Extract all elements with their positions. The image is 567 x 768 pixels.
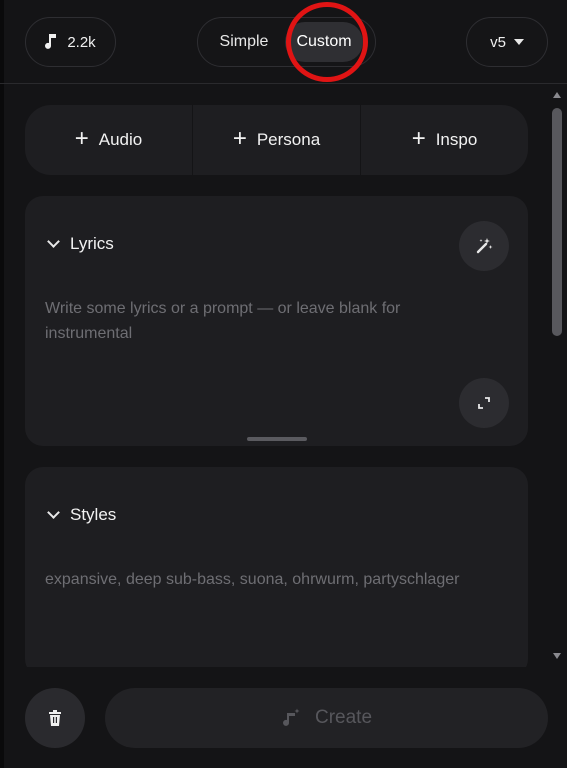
music-sparkle-icon	[283, 708, 300, 726]
mode-custom-tab[interactable]: Custom	[285, 22, 363, 62]
lyrics-card: Lyrics Write some lyrics or a prompt — o…	[25, 196, 528, 446]
styles-input[interactable]: expansive, deep sub-bass, suona, ohrwurm…	[45, 567, 515, 592]
add-inspo-label: Inspo	[435, 130, 478, 149]
lyrics-input[interactable]: Write some lyrics or a prompt — or leave…	[45, 296, 465, 346]
expand-lyrics-button[interactable]	[459, 378, 509, 428]
version-select[interactable]: v5	[466, 17, 548, 67]
styles-title: Styles	[70, 505, 117, 524]
add-audio-button[interactable]: + Audio	[25, 105, 192, 175]
add-persona-button[interactable]: + Persona	[192, 105, 360, 175]
styles-card: Styles expansive, deep sub-bass, suona, …	[25, 467, 528, 677]
clear-button[interactable]	[25, 688, 85, 748]
mode-toggle: Simple Custom	[197, 17, 376, 67]
generate-lyrics-button[interactable]	[459, 221, 509, 271]
version-label: v5	[490, 33, 506, 51]
lyrics-toggle[interactable]: Lyrics	[47, 234, 114, 254]
plus-icon: +	[232, 125, 247, 152]
caret-down-icon	[513, 39, 524, 45]
scrollbar-thumb[interactable]	[552, 108, 562, 336]
plus-icon: +	[74, 125, 89, 152]
add-inspo-button[interactable]: + Inspo	[360, 105, 528, 175]
resize-handle[interactable]	[247, 437, 307, 441]
lyrics-title: Lyrics	[70, 234, 114, 253]
trash-icon	[49, 710, 61, 726]
add-options-row: + Audio + Persona + Inspo	[25, 105, 528, 175]
scrollbar[interactable]	[549, 88, 565, 666]
expand-icon	[478, 397, 490, 409]
chevron-down-icon	[47, 235, 60, 248]
styles-toggle[interactable]: Styles	[47, 505, 117, 525]
magic-wand-icon	[476, 238, 493, 254]
scroll-down-arrow-icon[interactable]	[553, 653, 561, 659]
music-note-icon	[45, 34, 57, 49]
credits-button[interactable]: 2.2k	[25, 17, 116, 67]
add-persona-label: Persona	[256, 130, 321, 149]
credits-count: 2.2k	[67, 33, 96, 51]
create-label: Create	[314, 707, 373, 728]
add-audio-label: Audio	[98, 130, 143, 149]
plus-icon: +	[411, 125, 426, 152]
mode-simple-tab[interactable]: Simple	[203, 22, 285, 62]
top-bar: 2.2k Simple Custom v5	[0, 0, 567, 84]
create-button[interactable]: Create	[105, 688, 548, 748]
scroll-up-arrow-icon[interactable]	[553, 92, 561, 98]
chevron-down-icon	[47, 506, 60, 519]
